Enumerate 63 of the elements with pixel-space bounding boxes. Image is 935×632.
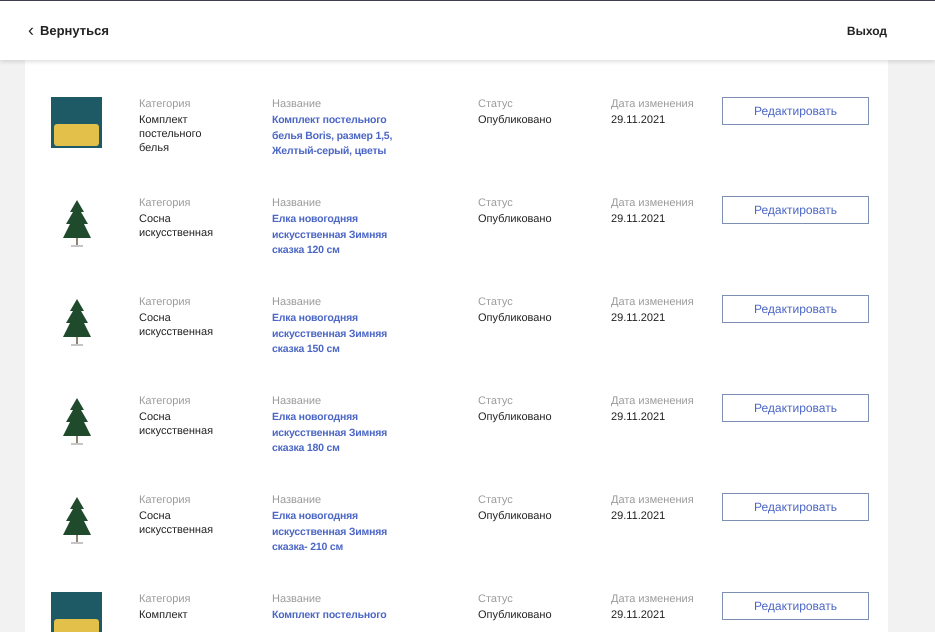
date-value: 29.11.2021: [611, 311, 666, 325]
edit-button[interactable]: Редактировать: [722, 592, 869, 620]
status-value: Опубликовано: [478, 509, 553, 523]
edit-button[interactable]: Редактировать: [722, 394, 869, 422]
product-name-link[interactable]: Елка новогодняя искусственная Зимняя сказка 180 см: [272, 410, 412, 456]
product-name-link[interactable]: Комплект постельного белья Boris, размер 1,5, Желтый-серый, цветы: [272, 113, 412, 160]
edit-button[interactable]: Редактировать: [722, 493, 869, 521]
name-label: Название: [272, 295, 322, 309]
edit-button[interactable]: Редактировать: [722, 97, 869, 125]
name-label: Название: [272, 394, 322, 408]
category-value: Комплект постельного белья: [139, 113, 202, 155]
bedding-photo-placeholder: [51, 97, 102, 148]
date-label: Дата изменения: [611, 196, 694, 210]
product-name-link[interactable]: Елка новогодняя искусственная Зимняя сказка 150 см: [272, 311, 412, 358]
status-label: Статус: [478, 394, 513, 408]
category-label: Категория: [139, 493, 190, 507]
tree-photo-drawing: [62, 495, 92, 545]
status-label: Статус: [478, 295, 513, 309]
status-value: Опубликовано: [478, 608, 553, 622]
date-label: Дата изменения: [611, 295, 694, 309]
status-label: Статус: [478, 592, 513, 606]
category-label: Категория: [139, 97, 190, 111]
category-value: Сосна искусственная: [139, 509, 214, 537]
date-label: Дата изменения: [611, 394, 694, 408]
category-label: Категория: [139, 394, 190, 408]
bedding-photo-placeholder: [51, 592, 102, 632]
category-label: Категория: [139, 196, 190, 210]
date-value: 29.11.2021: [611, 113, 666, 127]
status-value: Опубликовано: [478, 410, 553, 424]
category-value: Сосна искусственная: [139, 311, 214, 339]
category-label: Категория: [139, 295, 190, 309]
date-value: 29.11.2021: [611, 212, 666, 226]
chevron-left-icon: ‹: [28, 20, 34, 38]
status-label: Статус: [478, 97, 513, 111]
status-value: Опубликовано: [478, 311, 553, 325]
product-name-link[interactable]: Елка новогодняя искусственная Зимняя сказка- 210 см: [272, 509, 412, 556]
edit-button[interactable]: Редактировать: [722, 295, 869, 323]
status-label: Статус: [478, 493, 513, 507]
name-label: Название: [272, 196, 322, 210]
product-name-link[interactable]: Елка новогодняя искусственная Зимняя сказка 120 см: [272, 212, 412, 258]
date-label: Дата изменения: [611, 592, 694, 606]
status-value: Опубликовано: [478, 113, 553, 127]
status-value: Опубликовано: [478, 212, 553, 226]
name-label: Название: [272, 592, 322, 606]
tree-photo-drawing: [62, 297, 92, 347]
name-label: Название: [272, 493, 322, 507]
back-link[interactable]: ‹ Вернуться: [28, 22, 109, 38]
date-value: 29.11.2021: [611, 410, 666, 424]
category-value: Сосна искусственная: [139, 410, 214, 438]
logout-link[interactable]: Выход: [846, 24, 887, 38]
date-label: Дата изменения: [611, 493, 694, 507]
date-label: Дата изменения: [611, 97, 694, 111]
category-value: Сосна искусственная: [139, 212, 214, 240]
name-label: Название: [272, 97, 322, 111]
status-label: Статус: [478, 196, 513, 210]
tree-photo-drawing: [62, 198, 92, 248]
product-name-link[interactable]: Комплект постельного: [272, 608, 412, 624]
category-label: Категория: [139, 592, 190, 606]
date-value: 29.11.2021: [611, 608, 666, 622]
edit-button[interactable]: Редактировать: [722, 196, 869, 224]
date-value: 29.11.2021: [611, 509, 666, 523]
tree-photo-drawing: [62, 396, 92, 446]
category-value: Комплект: [139, 608, 189, 622]
